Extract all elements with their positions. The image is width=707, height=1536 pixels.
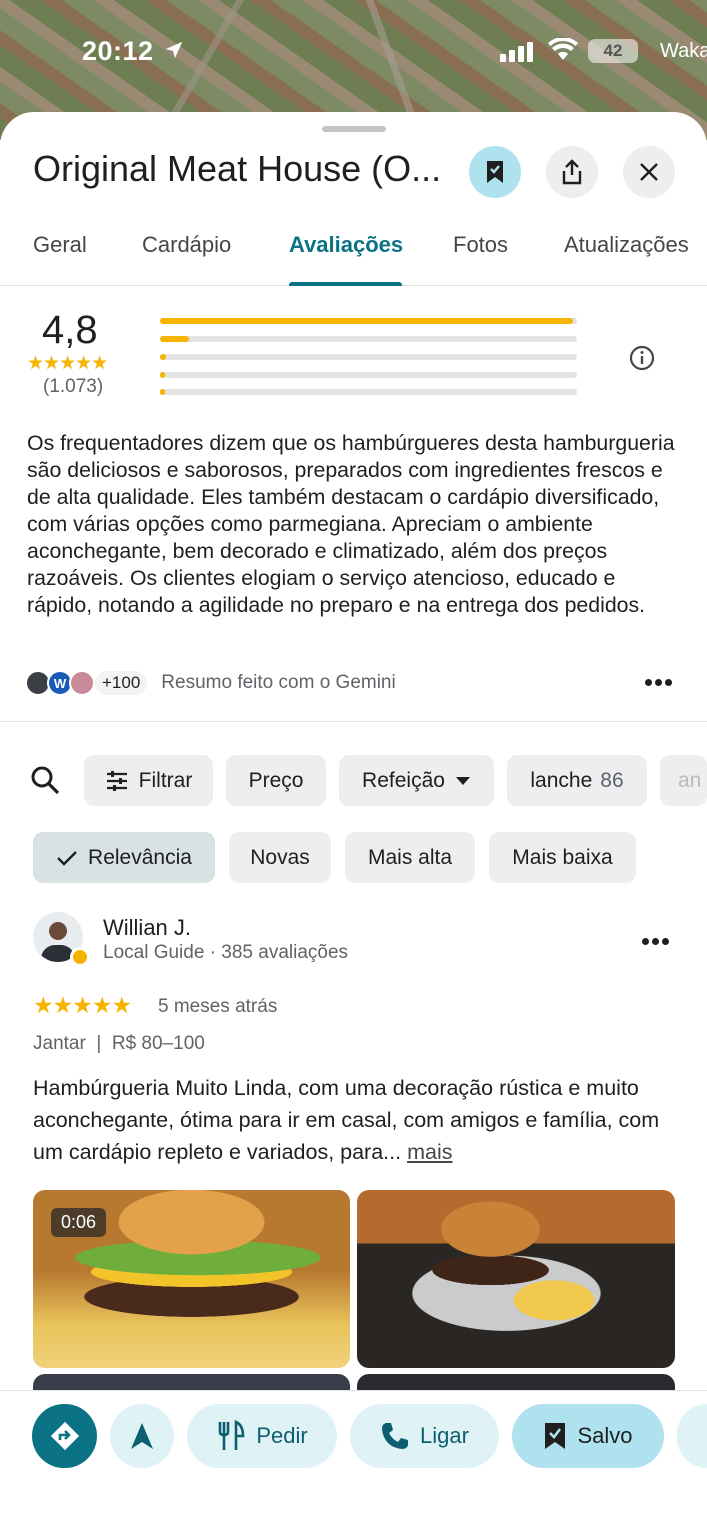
meal-label: Refeição — [362, 768, 445, 792]
phone-icon — [382, 1423, 409, 1449]
rating-count: (1.073) — [43, 376, 104, 397]
lanche-label: lanche — [530, 768, 593, 792]
tab-avaliacoes[interactable]: Avaliações — [289, 232, 403, 258]
avatar-more-count: +100 — [95, 671, 148, 695]
review-more-link[interactable]: mais — [407, 1140, 452, 1164]
reviewer-meta: Local Guide · 385 avaliações — [103, 942, 349, 963]
call-button[interactable]: Ligar — [350, 1404, 499, 1468]
check-icon — [57, 850, 77, 866]
gemini-summary-row[interactable]: W +100 Resumo feito com o Gemini — [25, 669, 396, 697]
lanche-count: 86 — [600, 768, 624, 792]
next-chip[interactable]: an — [660, 755, 707, 806]
status-bar: 20:12 42 Waka — [0, 30, 707, 74]
bookmark-check-icon — [545, 1423, 566, 1449]
fork-knife-icon — [219, 1420, 245, 1450]
share-icon — [562, 159, 582, 185]
navigation-arrow-icon — [131, 1423, 153, 1449]
rating-bar-1 — [160, 389, 577, 395]
saved-label: Salvo — [577, 1423, 633, 1448]
summary-more-options-icon[interactable] — [645, 679, 675, 687]
video-duration: 0:06 — [51, 1208, 107, 1237]
price-label: Preço — [248, 768, 304, 792]
review-text: Hambúrgueria Muito Linda, com uma decora… — [33, 1072, 673, 1168]
save-button[interactable] — [469, 146, 521, 198]
close-button[interactable] — [623, 146, 675, 198]
sort-newest-label: Novas — [250, 845, 310, 869]
search-icon[interactable] — [29, 764, 61, 796]
lanche-chip[interactable]: lanche 86 — [507, 755, 647, 806]
rating-stars: ★★★★★ — [27, 353, 108, 374]
rating-bar-4 — [160, 336, 577, 342]
place-title: Original Meat House (O... — [33, 148, 442, 189]
rating-bar-3 — [160, 354, 577, 360]
tab-geral[interactable]: Geral — [33, 232, 87, 258]
tab-cardapio[interactable]: Cardápio — [142, 232, 231, 258]
order-label: Pedir — [256, 1423, 308, 1448]
price-chip[interactable]: Preço — [226, 755, 326, 806]
start-navigation-button[interactable] — [110, 1404, 174, 1468]
close-icon — [640, 163, 658, 181]
rating-bar-5 — [160, 318, 577, 324]
active-tab-indicator — [289, 282, 402, 286]
sort-lowest-label: Mais baixa — [512, 845, 613, 869]
reviewer-name[interactable]: Willian J. — [103, 915, 191, 941]
action-bar: Pedir Ligar Salvo — [0, 1390, 707, 1536]
sliders-icon — [106, 770, 127, 791]
carrier-label: Waka — [660, 40, 707, 62]
status-time: 20:12 — [82, 36, 154, 66]
more-actions-button[interactable] — [677, 1404, 707, 1468]
place-sheet: Original Meat House (O... Geral Cardápio… — [0, 112, 707, 1536]
sort-highest-label: Mais alta — [367, 845, 453, 869]
bookmark-icon — [487, 161, 503, 183]
dropdown-arrow-icon — [455, 776, 470, 785]
directions-button[interactable] — [32, 1404, 97, 1468]
sort-newest-chip[interactable]: Novas — [229, 832, 331, 883]
filter-button[interactable]: Filtrar — [84, 755, 213, 806]
sort-relevance-chip[interactable]: Relevância — [33, 832, 215, 883]
section-divider — [0, 721, 707, 722]
sheet-grabber[interactable] — [322, 126, 386, 132]
signal-icon — [500, 42, 533, 62]
place-tabs: Geral Cardápio Avaliações Fotos Atualiza… — [0, 222, 707, 286]
rating-score: 4,8 — [42, 308, 98, 352]
tab-atualizacoes[interactable]: Atualizações — [564, 232, 689, 258]
directions-icon — [50, 1421, 79, 1451]
local-guide-badge-icon — [70, 947, 90, 967]
meal-dropdown-chip[interactable]: Refeição — [339, 755, 494, 806]
sort-lowest-chip[interactable]: Mais baixa — [489, 832, 636, 883]
review-stars: ★★★★★ — [33, 992, 132, 1018]
share-button[interactable] — [546, 146, 598, 198]
gemini-label: Resumo feito com o Gemini — [161, 672, 396, 693]
review-more-options-icon[interactable] — [642, 938, 672, 946]
wifi-icon — [548, 38, 578, 60]
next-chip-label: an — [678, 768, 702, 792]
avatar — [69, 670, 95, 696]
review-photo[interactable] — [357, 1190, 675, 1368]
tab-fotos[interactable]: Fotos — [453, 232, 508, 258]
call-label: Ligar — [420, 1423, 469, 1448]
review-time-ago: 5 meses atrás — [158, 996, 278, 1017]
sort-highest-chip[interactable]: Mais alta — [345, 832, 475, 883]
sort-relevance-label: Relevância — [88, 845, 192, 869]
review-video-thumbnail[interactable]: 0:06 — [33, 1190, 350, 1368]
review-tags: Jantar | R$ 80–100 — [33, 1033, 205, 1054]
ai-summary-text: Os frequentadores dizem que os hambúrgue… — [27, 431, 675, 617]
info-icon[interactable] — [628, 344, 656, 372]
saved-button[interactable]: Salvo — [512, 1404, 664, 1468]
filter-label: Filtrar — [138, 768, 193, 792]
battery-indicator: 42 — [588, 39, 638, 63]
rating-bar-2 — [160, 372, 577, 378]
order-button[interactable]: Pedir — [187, 1404, 337, 1468]
location-arrow-icon — [165, 41, 183, 59]
review-body: Hambúrgueria Muito Linda, com uma decora… — [33, 1076, 660, 1164]
